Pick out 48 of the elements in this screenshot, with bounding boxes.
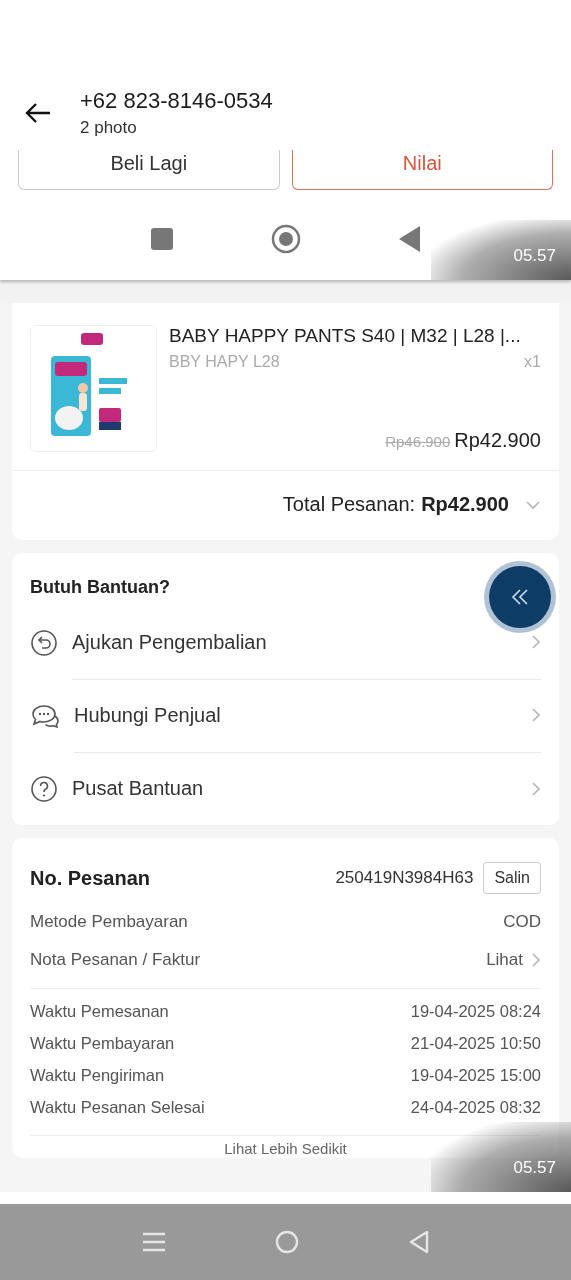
product-variant: BBY HAPY L28 bbox=[169, 353, 280, 371]
quantity: x1 bbox=[524, 353, 541, 371]
product-name: BABY HAPPY PANTS S40 | M32 | L28 |... bbox=[169, 325, 522, 347]
menu-icon[interactable] bbox=[142, 1231, 165, 1253]
time-value: 19-04-2025 15:00 bbox=[410, 1066, 541, 1085]
chevron-right-icon bbox=[531, 634, 541, 650]
timestamp: 05.57 bbox=[431, 1122, 571, 1192]
original-price: Rp46.900 bbox=[385, 433, 451, 450]
collapse-button[interactable] bbox=[489, 566, 551, 628]
detail-label: Metode Pembayaran bbox=[30, 912, 188, 932]
buy-again-button[interactable]: Beli Lagi bbox=[18, 150, 280, 190]
section-title: Butuh Bantuan? bbox=[30, 577, 170, 598]
time-value: 21-04-2025 10:50 bbox=[410, 1034, 541, 1053]
time-label: Waktu Pengiriman bbox=[30, 1066, 165, 1085]
copy-button[interactable]: Salin bbox=[483, 862, 541, 894]
contact-title: +62 823-8146-0534 bbox=[80, 87, 273, 114]
time-value: 24-04-2025 08:32 bbox=[410, 1098, 541, 1117]
time-label: Waktu Pembayaran bbox=[30, 1034, 175, 1053]
chevron-right-icon bbox=[531, 952, 541, 968]
time-label: Waktu Pesanan Selesai bbox=[30, 1098, 205, 1117]
total-amount: Rp42.900 bbox=[421, 493, 509, 516]
detail-value: COD bbox=[503, 912, 541, 932]
chevron-down-icon[interactable] bbox=[525, 499, 541, 510]
chevron-right-icon bbox=[531, 780, 541, 797]
rate-button[interactable]: Nilai bbox=[291, 150, 553, 190]
detail-label: Nota Pesanan / Faktur bbox=[30, 950, 201, 970]
price: Rp42.900 bbox=[454, 429, 541, 452]
order-number-label: No. Pesanan bbox=[30, 866, 151, 890]
show-less-link[interactable]: Lihat Lebih Sedikit bbox=[224, 1140, 347, 1157]
square-icon[interactable] bbox=[151, 228, 173, 250]
question-circle-icon bbox=[30, 774, 58, 803]
view-link[interactable]: Lihat bbox=[486, 950, 523, 970]
timestamp: 05.57 bbox=[431, 220, 571, 280]
undo-circle-icon bbox=[30, 628, 58, 657]
time-value: 19-04-2025 08:24 bbox=[410, 1002, 541, 1021]
chevron-right-icon bbox=[531, 707, 541, 723]
time-label: Waktu Pemesanan bbox=[30, 1002, 169, 1021]
home-icon[interactable] bbox=[271, 224, 301, 254]
back-arrow-icon[interactable] bbox=[24, 100, 52, 125]
photo-count: 2 photo bbox=[80, 117, 138, 138]
help-menu-item[interactable]: Hubungi Penjual bbox=[74, 703, 221, 727]
double-chevron-left-icon bbox=[510, 588, 530, 606]
help-menu-item[interactable]: Pusat Bantuan bbox=[72, 777, 204, 800]
back-icon[interactable] bbox=[399, 226, 420, 252]
total-label: Total Pesanan: bbox=[282, 493, 416, 516]
order-number: 250419N3984H63 bbox=[335, 868, 474, 888]
back-icon[interactable] bbox=[408, 1230, 429, 1254]
help-menu-item[interactable]: Ajukan Pengembalian bbox=[72, 630, 267, 654]
